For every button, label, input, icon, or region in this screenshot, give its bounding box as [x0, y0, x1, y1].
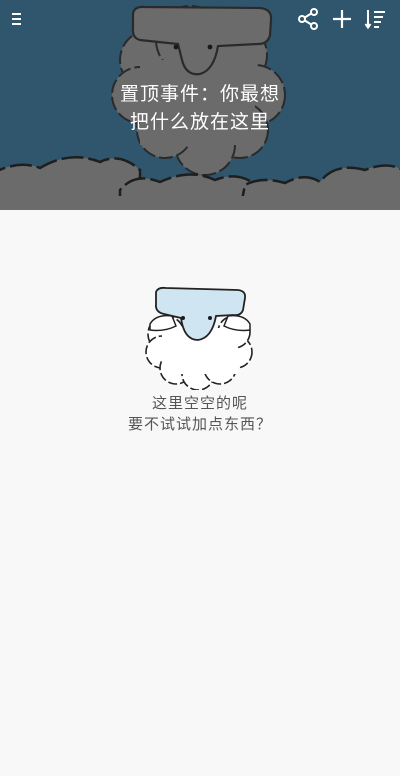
empty-message-line1: 这里空空的呢 [151, 394, 248, 412]
pinned-event-title[interactable]: 置顶事件：你最想 把什么放在这里 [0, 80, 400, 136]
share-button[interactable] [293, 4, 323, 34]
add-button[interactable] [327, 4, 357, 34]
sort-button[interactable] [361, 4, 391, 34]
menu-icon [12, 13, 21, 25]
pinned-title-line2: 把什么放在这里 [129, 111, 270, 133]
sheep-icon [145, 286, 253, 390]
share-icon [298, 8, 318, 30]
header-banner: 置顶事件：你最想 把什么放在这里 [0, 0, 400, 210]
plus-icon [333, 10, 351, 28]
empty-message-line2: 要不试试加点东西？ [127, 415, 272, 433]
empty-state-message: 这里空空的呢 要不试试加点东西？ [0, 393, 400, 435]
sort-list-icon [364, 10, 385, 30]
menu-button[interactable] [2, 4, 32, 34]
pinned-title-line1: 置顶事件：你最想 [119, 83, 280, 105]
